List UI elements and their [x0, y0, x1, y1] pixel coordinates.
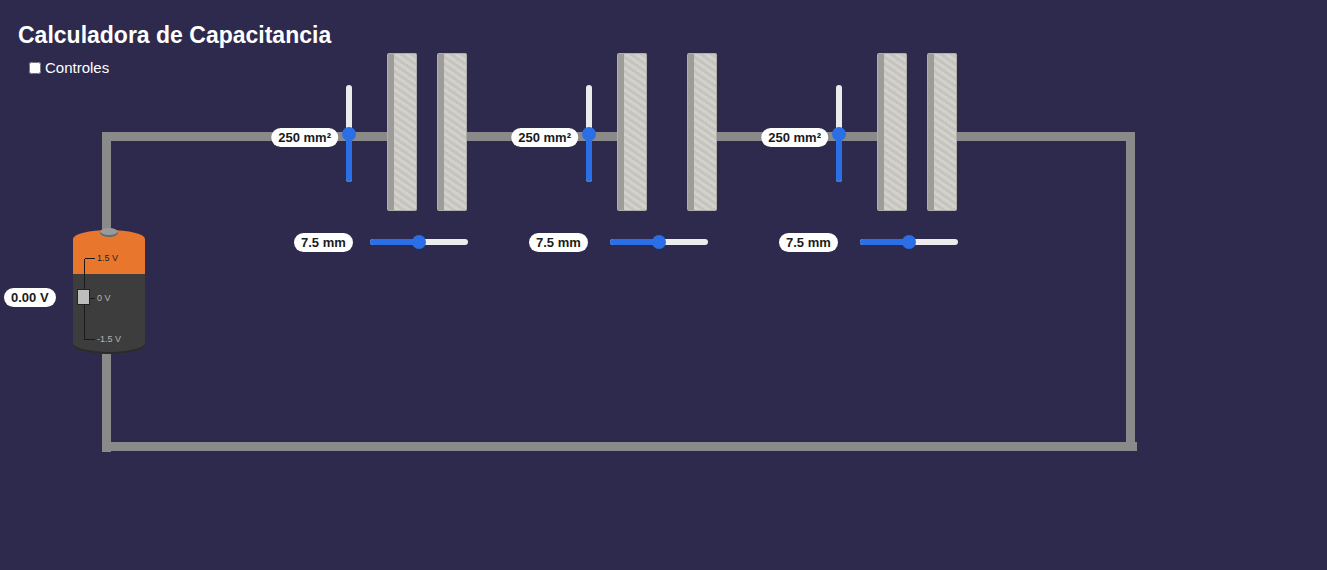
capacitance-calculator: Calculadora de CapacitanciaControles250 … [0, 0, 1327, 570]
distance-slider-thumb[interactable] [902, 235, 916, 249]
capacitor-plate [927, 53, 957, 211]
controls-label: Controles [45, 59, 109, 76]
distance-slider[interactable] [370, 239, 468, 245]
circuit: 250 mm² 7.5 mm 250 mm² 7.5 mm 250 mm² 7.5 mm 1… [0, 0, 1327, 570]
area-slider-thumb[interactable] [832, 127, 846, 141]
wire [957, 132, 1135, 141]
wire [102, 132, 111, 230]
area-slider[interactable] [836, 85, 842, 182]
area-slider-fill [586, 134, 592, 183]
voltage-slider-thumb[interactable] [77, 289, 90, 305]
distance-slider-thumb[interactable] [652, 235, 666, 249]
wire [102, 352, 111, 452]
area-slider-thumb[interactable] [582, 127, 596, 141]
area-slider[interactable] [346, 85, 352, 182]
area-reading: 250 mm² [271, 128, 338, 147]
wire [1126, 132, 1135, 451]
capacitor-plate [617, 53, 647, 211]
capacitor-plate [437, 53, 467, 211]
capacitor-plate [387, 53, 417, 211]
controls-toggle[interactable]: Controles [29, 59, 331, 76]
distance-reading: 7.5 mm [779, 233, 838, 252]
area-slider[interactable] [586, 85, 592, 182]
capacitor-plate [877, 53, 907, 211]
area-slider-thumb[interactable] [342, 127, 356, 141]
wire [102, 442, 1137, 451]
area-reading: 250 mm² [511, 128, 578, 147]
area-reading: 250 mm² [761, 128, 828, 147]
area-slider-fill [346, 134, 352, 183]
voltage-mark: 1.5 V [85, 252, 118, 264]
voltage-tick [85, 339, 95, 340]
area-slider-fill [836, 134, 842, 183]
distance-slider[interactable] [610, 239, 708, 245]
voltage-tick [85, 258, 95, 259]
title: Calculadora de Capacitancia [18, 21, 331, 49]
battery-terminal [100, 228, 118, 237]
controls-checkbox[interactable] [29, 62, 41, 74]
capacitor-plate [687, 53, 717, 211]
voltage-mark: -1.5 V [85, 333, 121, 345]
distance-reading: 7.5 mm [529, 233, 588, 252]
distance-reading: 7.5 mm [294, 233, 353, 252]
voltage-reading: 0.00 V [4, 288, 56, 307]
distance-slider[interactable] [860, 239, 958, 245]
distance-slider-thumb[interactable] [412, 235, 426, 249]
header: Calculadora de Capacitancia Controles [0, 0, 331, 76]
